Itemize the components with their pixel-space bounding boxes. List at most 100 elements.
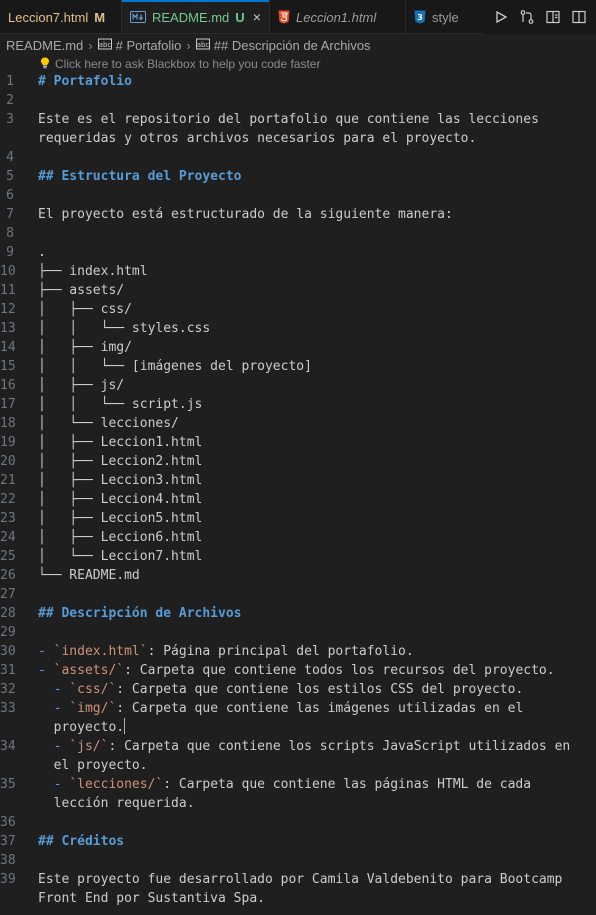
code-line[interactable]: ├── index.html bbox=[38, 262, 148, 281]
code-line[interactable]: │ ├── Leccion5.html bbox=[38, 509, 202, 528]
code-text: │ └── Leccion7.html bbox=[38, 549, 203, 564]
code-line[interactable]: ├── assets/ bbox=[38, 281, 124, 300]
code-line[interactable]: │ └── Leccion7.html bbox=[38, 547, 202, 566]
inline-code: `img/` bbox=[69, 701, 117, 716]
text-cursor bbox=[124, 718, 126, 734]
code-line[interactable]: - `css/`: Carpeta que contiene los estil… bbox=[38, 680, 524, 699]
code-line[interactable]: │ ├── Leccion2.html bbox=[38, 452, 202, 471]
tab-leccion1-html[interactable]: Leccion1.html bbox=[270, 0, 406, 33]
inline-code: `index.html` bbox=[53, 644, 148, 659]
line-number bbox=[0, 794, 14, 813]
code-text: proyecto. bbox=[38, 720, 125, 735]
code-line[interactable]: El proyecto está estructurado de la sigu… bbox=[38, 205, 453, 224]
list-marker: - bbox=[38, 739, 70, 754]
breadcrumb-section[interactable]: abc # Portafolio bbox=[97, 37, 182, 53]
code-line[interactable]: │ │ └── script.js bbox=[38, 395, 202, 414]
line-number: 33 bbox=[0, 701, 16, 716]
line-number: 16 bbox=[0, 378, 16, 393]
code-line[interactable]: lección requerida. bbox=[38, 794, 195, 813]
line-number: 29 bbox=[0, 625, 16, 640]
code-line[interactable]: ## Estructura del Proyecto bbox=[38, 167, 242, 186]
line-number bbox=[0, 756, 14, 775]
code-line[interactable]: ## Descripción de Archivos bbox=[38, 604, 242, 623]
line-number: 34 bbox=[0, 739, 16, 754]
code-line[interactable]: └── README.md bbox=[38, 566, 140, 585]
breadcrumb: README.md › abc # Portafolio › abc ## De… bbox=[0, 34, 596, 56]
code-text: : Página principal del portafolio. bbox=[147, 644, 414, 659]
breadcrumb-section-label: # Portafolio bbox=[115, 37, 182, 53]
line-number: 30 bbox=[0, 644, 16, 659]
list-marker: - bbox=[38, 644, 54, 659]
code-line[interactable]: Este proyecto fue desarrollado por Camil… bbox=[38, 870, 562, 889]
code-line[interactable]: # Portafolio bbox=[38, 72, 132, 91]
list-marker: - bbox=[38, 777, 70, 792]
line-number: 32 bbox=[0, 682, 16, 697]
breadcrumb-subsection[interactable]: abc ## Descripción de Archivos bbox=[195, 38, 371, 53]
line-number: 21 bbox=[0, 473, 16, 488]
code-line[interactable]: │ ├── img/ bbox=[38, 338, 132, 357]
blackbox-hint[interactable]: Click here to ask Blackbox to help you c… bbox=[40, 56, 320, 72]
code-line[interactable]: │ ├── Leccion4.html bbox=[38, 490, 202, 509]
line-number: 25 bbox=[0, 549, 16, 564]
line-number: 20 bbox=[0, 454, 16, 469]
line-number: 3 bbox=[6, 112, 14, 127]
line-number: 23 bbox=[0, 511, 16, 526]
code-line[interactable]: - `lecciones/`: Carpeta que contiene las… bbox=[38, 775, 531, 794]
line-number: 19 bbox=[0, 435, 16, 450]
tab-readme-md[interactable]: README.md U × bbox=[122, 0, 270, 33]
code-text: │ ├── css/ bbox=[38, 302, 132, 317]
code-line[interactable]: . bbox=[38, 243, 46, 262]
compare-changes-icon[interactable] bbox=[514, 4, 540, 30]
code-line[interactable]: requeridas y otros archivos necesarios p… bbox=[38, 129, 476, 148]
code-line[interactable]: ## Créditos bbox=[38, 832, 124, 851]
code-line[interactable]: Front End por Sustantiva Spa. bbox=[38, 889, 265, 908]
code-line[interactable]: - `js/`: Carpeta que contiene los script… bbox=[38, 737, 571, 756]
line-number: 15 bbox=[0, 359, 16, 374]
editor-actions bbox=[482, 0, 596, 34]
code-line[interactable]: - `assets/`: Carpeta que contiene todos … bbox=[38, 661, 555, 680]
code-line[interactable]: │ ├── Leccion3.html bbox=[38, 471, 202, 490]
code-text: │ ├── img/ bbox=[38, 340, 132, 355]
code-text: . bbox=[38, 245, 46, 260]
code-text: │ ├── Leccion4.html bbox=[38, 492, 203, 507]
code-line[interactable]: │ │ └── [imágenes del proyecto] bbox=[38, 357, 312, 376]
code-text: : Carpeta que contiene todos los recurso… bbox=[124, 663, 555, 678]
code-line[interactable]: │ ├── js/ bbox=[38, 376, 124, 395]
code-text: lección requerida. bbox=[38, 796, 195, 811]
tab-leccion7-html[interactable]: Leccion7.html M bbox=[0, 0, 122, 33]
blackbox-hint-text: Click here to ask Blackbox to help you c… bbox=[55, 57, 321, 71]
breadcrumb-file[interactable]: README.md bbox=[6, 38, 83, 53]
code-line[interactable]: │ │ └── styles.css bbox=[38, 319, 210, 338]
close-icon[interactable]: × bbox=[253, 9, 261, 25]
line-number: 4 bbox=[6, 150, 14, 165]
code-line[interactable]: Este es el repositorio del portafolio qu… bbox=[38, 110, 539, 129]
code-text: : Carpeta que contiene los estilos CSS d… bbox=[116, 682, 524, 697]
code-line[interactable]: - `img/`: Carpeta que contiene las imáge… bbox=[38, 699, 524, 718]
line-number: 5 bbox=[6, 169, 14, 184]
line-number: 10 bbox=[0, 264, 16, 279]
tab-label: Leccion7.html bbox=[8, 9, 89, 25]
code-line[interactable]: │ └── lecciones/ bbox=[38, 414, 179, 433]
line-number: 12 bbox=[0, 302, 16, 317]
code-line[interactable]: │ ├── css/ bbox=[38, 300, 132, 319]
svg-text:3: 3 bbox=[417, 13, 423, 22]
code-text: │ ├── Leccion3.html bbox=[38, 473, 203, 488]
code-line[interactable]: - `index.html`: Página principal del por… bbox=[38, 642, 414, 661]
code-line[interactable]: │ ├── Leccion1.html bbox=[38, 433, 202, 452]
line-number bbox=[0, 718, 14, 737]
code-text: Este proyecto fue desarrollado por Camil… bbox=[38, 872, 563, 887]
code-line[interactable]: proyecto. bbox=[38, 718, 126, 737]
split-editor-icon[interactable] bbox=[566, 4, 592, 30]
code-line[interactable]: el proyecto. bbox=[38, 756, 148, 775]
line-number: 18 bbox=[0, 416, 16, 431]
git-status-badge: M bbox=[94, 9, 106, 25]
line-number: 27 bbox=[0, 587, 16, 602]
code-line[interactable]: │ ├── Leccion6.html bbox=[38, 528, 202, 547]
code-editor[interactable]: Click here to ask Blackbox to help you c… bbox=[0, 56, 596, 915]
run-icon[interactable] bbox=[488, 4, 514, 30]
markdown-icon bbox=[130, 11, 146, 23]
code-text: ├── index.html bbox=[38, 264, 148, 279]
code-text: │ │ └── styles.css bbox=[38, 321, 211, 336]
open-preview-icon[interactable] bbox=[540, 4, 566, 30]
code-text: │ ├── Leccion1.html bbox=[38, 435, 203, 450]
